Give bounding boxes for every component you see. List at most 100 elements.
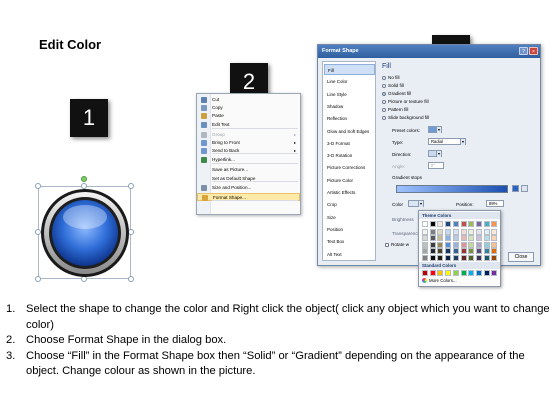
theme-shade-swatch[interactable] <box>491 229 498 235</box>
rotate-with-shape-checkbox[interactable]: Rotate w <box>385 242 409 247</box>
theme-shade-swatch[interactable] <box>429 241 436 248</box>
radio-button[interactable] <box>382 83 386 88</box>
theme-shade-swatch[interactable] <box>483 254 490 261</box>
fill-option-no-fill[interactable]: No fill <box>382 74 400 81</box>
angle-input[interactable]: 0° <box>428 162 444 169</box>
nav-item-picture-corrections[interactable]: Picture Corrections <box>324 162 375 173</box>
theme-shade-swatch[interactable] <box>445 248 452 255</box>
theme-shade-swatch[interactable] <box>452 248 459 255</box>
standard-color-swatch[interactable] <box>429 270 436 276</box>
theme-shade-swatch[interactable] <box>429 248 436 255</box>
menu-item-group[interactable]: Group ▸ <box>197 131 300 139</box>
standard-color-swatch[interactable] <box>452 270 459 276</box>
theme-shade-swatch[interactable] <box>452 229 459 235</box>
theme-shade-swatch[interactable] <box>475 248 482 255</box>
theme-shade-swatch[interactable] <box>445 235 452 242</box>
nav-item-picture-color[interactable]: Picture Color <box>324 175 375 186</box>
theme-shade-swatch[interactable] <box>468 254 475 261</box>
theme-shade-swatch[interactable] <box>429 254 436 261</box>
theme-shade-swatch[interactable] <box>491 241 498 248</box>
radio-button[interactable] <box>382 107 386 112</box>
theme-shade-swatch[interactable] <box>429 235 436 242</box>
nav-item-text-box[interactable]: Text Box <box>324 236 375 247</box>
dialog-close-x-button[interactable]: × <box>529 47 538 55</box>
theme-shade-swatch[interactable] <box>491 248 498 255</box>
theme-color-swatch[interactable] <box>437 221 444 227</box>
theme-color-swatch[interactable] <box>491 221 498 227</box>
theme-shade-swatch[interactable] <box>437 229 444 235</box>
nav-item-alt-text[interactable]: Alt Text <box>324 249 375 260</box>
theme-shade-swatch[interactable] <box>429 229 436 235</box>
theme-shade-swatch[interactable] <box>483 229 490 235</box>
add-stop-button[interactable] <box>512 185 519 192</box>
menu-item-size-and-position[interactable]: Size and Position... <box>197 184 300 192</box>
theme-shade-swatch[interactable] <box>460 235 467 242</box>
nav-item-glow-and-soft-edges[interactable]: Glow and Soft Edges <box>324 126 375 137</box>
standard-color-swatch[interactable] <box>460 270 467 276</box>
theme-shade-swatch[interactable] <box>460 248 467 255</box>
fill-option-pattern-fill[interactable]: Pattern fill <box>382 106 408 113</box>
theme-shade-swatch[interactable] <box>483 241 490 248</box>
standard-color-swatch[interactable] <box>483 270 490 276</box>
theme-shade-swatch[interactable] <box>475 241 482 248</box>
remove-stop-button[interactable] <box>521 185 528 192</box>
standard-color-swatch[interactable] <box>468 270 475 276</box>
type-dropdown[interactable]: Radial ▾ <box>428 138 466 145</box>
theme-shade-swatch[interactable] <box>468 229 475 235</box>
standard-color-swatch[interactable] <box>445 270 452 276</box>
theme-color-swatch[interactable] <box>460 221 467 227</box>
theme-color-swatch[interactable] <box>483 221 490 227</box>
nav-item-reflection[interactable]: Reflection <box>324 113 375 124</box>
theme-shade-swatch[interactable] <box>475 254 482 261</box>
theme-shade-swatch[interactable] <box>437 254 444 261</box>
theme-shade-swatch[interactable] <box>460 254 467 261</box>
gradient-stops-bar[interactable] <box>396 185 508 193</box>
radio-button[interactable] <box>382 99 386 104</box>
color-picker-button[interactable]: ▾ <box>408 200 424 207</box>
radio-button[interactable] <box>382 91 386 96</box>
theme-shade-swatch[interactable] <box>437 248 444 255</box>
menu-item-cut[interactable]: Cut <box>197 96 300 104</box>
radio-button[interactable] <box>382 115 386 120</box>
fill-option-slide-background-fill[interactable]: Slide background fill <box>382 114 429 121</box>
nav-item-size[interactable]: Size <box>324 212 375 223</box>
theme-shade-swatch[interactable] <box>468 241 475 248</box>
menu-item-save-as-picture[interactable]: Save as Picture... <box>197 166 300 174</box>
nav-item-fill[interactable]: Fill <box>324 64 375 75</box>
nav-item-shadow[interactable]: Shadow <box>324 101 375 112</box>
fill-option-picture-or-texture-fill[interactable]: Picture or texture fill <box>382 98 429 105</box>
theme-shade-swatch[interactable] <box>422 254 428 261</box>
theme-color-swatch[interactable] <box>468 221 475 227</box>
theme-shade-swatch[interactable] <box>445 241 452 248</box>
more-colors-link[interactable]: More Colors... <box>422 278 457 284</box>
standard-color-swatch[interactable] <box>491 270 498 276</box>
nav-item-3-d-format[interactable]: 3-D Format <box>324 138 375 149</box>
theme-shade-swatch[interactable] <box>445 254 452 261</box>
close-button[interactable]: Close <box>508 252 534 262</box>
theme-shade-swatch[interactable] <box>491 235 498 242</box>
theme-color-swatch[interactable] <box>429 221 436 227</box>
nav-item-line-style[interactable]: Line Style <box>324 89 375 100</box>
menu-item-bring-to-front[interactable]: Bring to Front ▸ <box>197 139 300 147</box>
nav-item-crop[interactable]: Crop <box>324 199 375 210</box>
theme-shade-swatch[interactable] <box>452 235 459 242</box>
radio-button[interactable] <box>382 75 386 80</box>
preset-colors-dropdown[interactable]: ▾ <box>428 126 442 133</box>
standard-color-swatch[interactable] <box>437 270 444 276</box>
theme-color-swatch[interactable] <box>445 221 452 227</box>
rotation-handle[interactable] <box>81 176 87 182</box>
theme-shade-swatch[interactable] <box>460 241 467 248</box>
theme-shade-swatch[interactable] <box>445 229 452 235</box>
theme-shade-swatch[interactable] <box>468 248 475 255</box>
theme-shade-swatch[interactable] <box>452 254 459 261</box>
menu-item-copy[interactable]: Copy <box>197 104 300 112</box>
theme-shade-swatch[interactable] <box>422 248 428 255</box>
theme-shade-swatch[interactable] <box>460 229 467 235</box>
theme-shade-swatch[interactable] <box>475 235 482 242</box>
menu-item-paste[interactable]: Paste <box>197 112 300 120</box>
standard-color-swatch[interactable] <box>475 270 482 276</box>
theme-shade-swatch[interactable] <box>452 241 459 248</box>
nav-item-artistic-effects[interactable]: Artistic Effects <box>324 187 375 198</box>
theme-color-swatch[interactable] <box>452 221 459 227</box>
nav-item-line-color[interactable]: Line Color <box>324 76 375 87</box>
